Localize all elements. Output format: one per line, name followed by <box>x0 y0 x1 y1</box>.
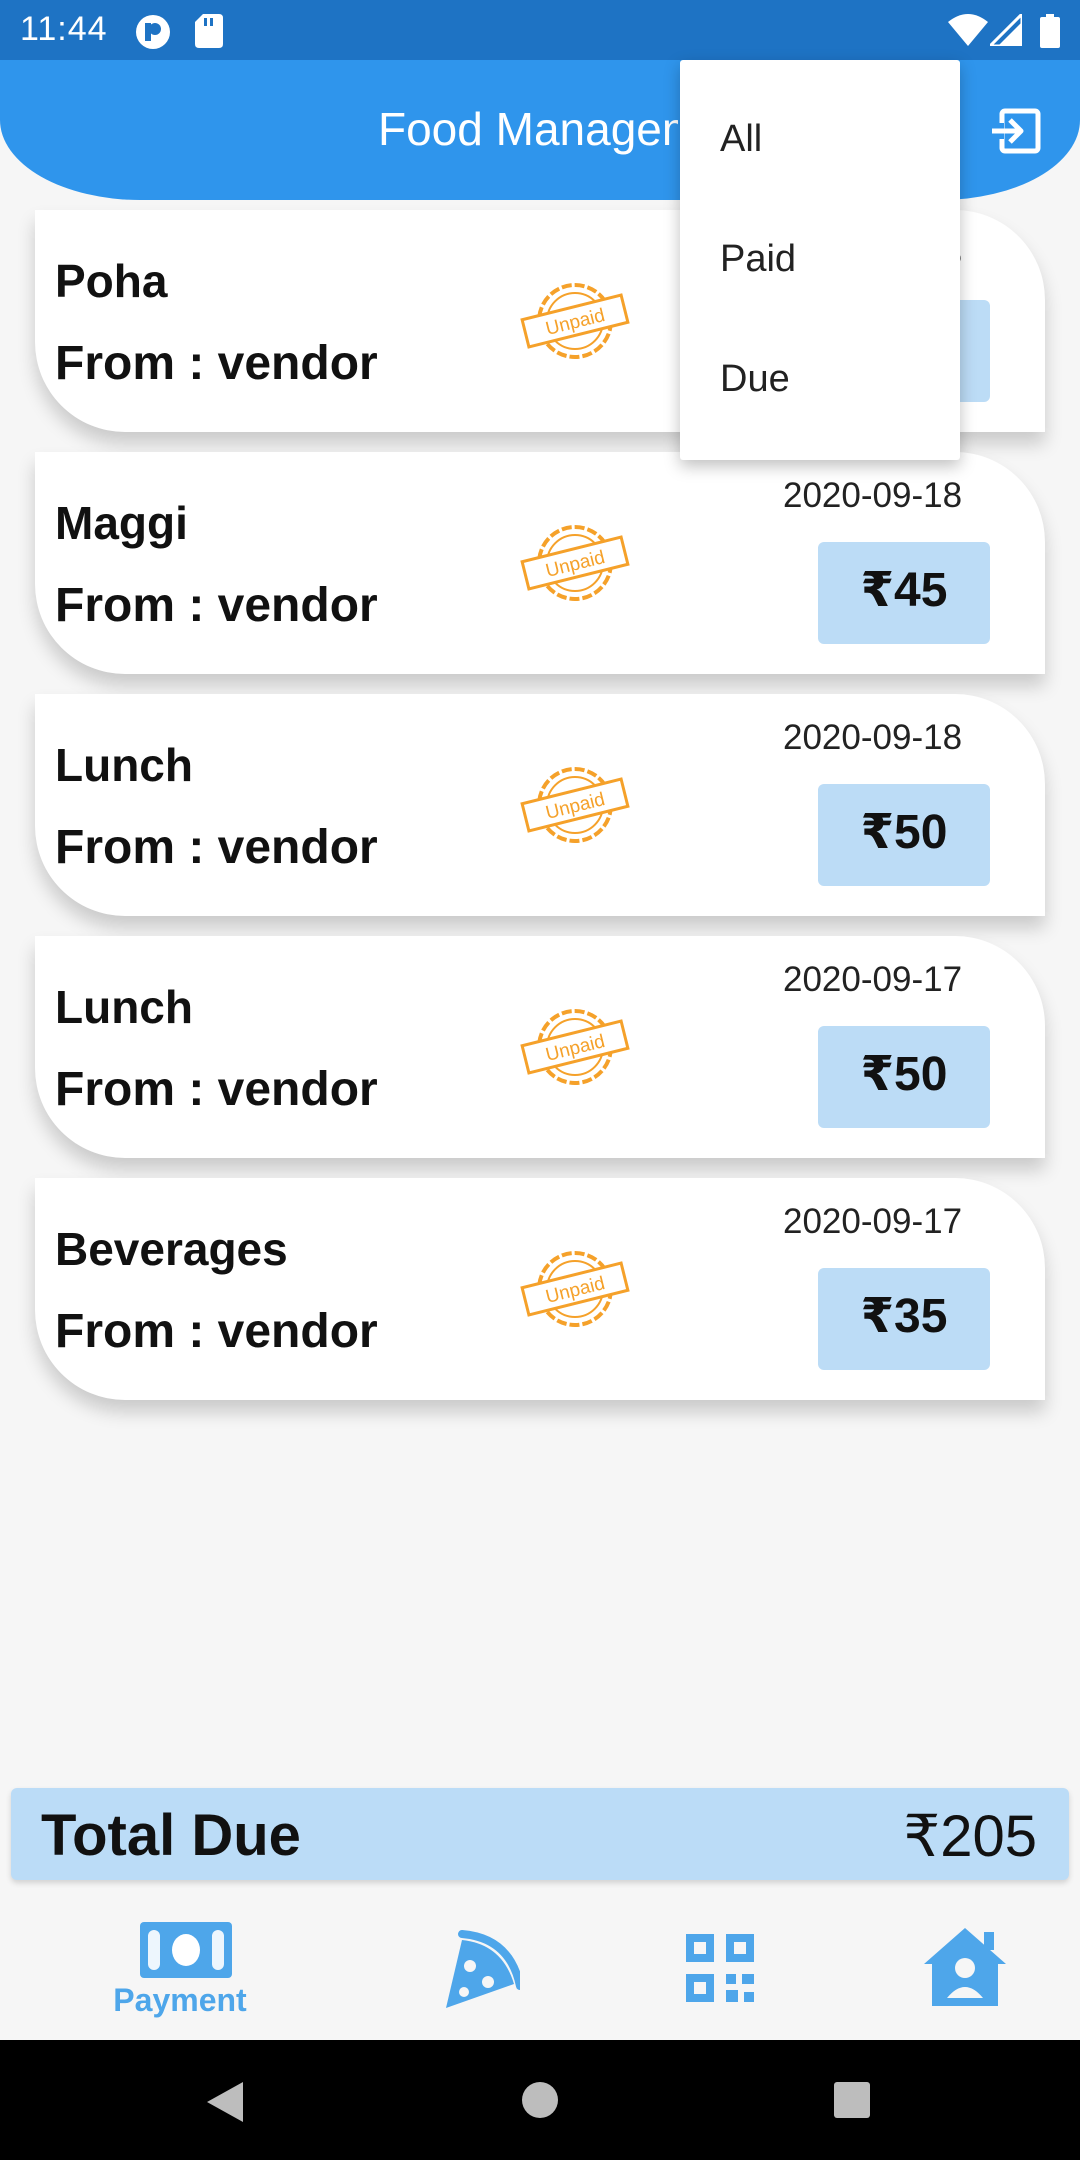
item-amount: ₹35 <box>860 1290 948 1343</box>
status-time: 11:44 <box>20 10 108 48</box>
amount-badge: ₹50 <box>818 1026 990 1128</box>
nav-payment[interactable]: Payment <box>90 1890 270 2040</box>
total-due-value: ₹205 <box>903 1804 1037 1869</box>
unpaid-stamp-icon: Unpaid <box>520 1009 630 1085</box>
item-title: Lunch <box>55 981 193 1033</box>
item-date: 2020-09-17 <box>783 1202 963 1241</box>
unpaid-stamp-icon: Unpaid <box>520 283 630 359</box>
battery-icon <box>1040 14 1060 48</box>
item-vendor: From : vendor <box>55 1305 378 1358</box>
sd-card-icon <box>195 14 223 48</box>
app-notification-icon <box>136 15 170 49</box>
home-icon <box>924 1928 1006 2006</box>
unpaid-stamp-icon: Unpaid <box>520 767 630 843</box>
total-due-label: Total Due <box>41 1803 301 1868</box>
filter-all[interactable]: All <box>720 118 762 161</box>
item-date: 2020-09-18 <box>783 718 963 757</box>
page-title: Food Management <box>378 103 678 155</box>
wifi-icon <box>948 14 988 46</box>
nav-home[interactable] <box>910 1890 1020 2040</box>
item-amount: ₹50 <box>860 806 948 859</box>
item-amount: ₹50 <box>860 1048 948 1101</box>
item-vendor: From : vendor <box>55 337 378 390</box>
list-item[interactable]: Lunch From : vendor Unpaid 2020-09-18 ₹5… <box>35 694 1045 916</box>
nav-qr[interactable] <box>670 1890 770 2040</box>
item-title: Poha <box>55 255 168 307</box>
signal-icon <box>990 14 1022 46</box>
amount-badge: ₹35 <box>818 1268 990 1370</box>
item-vendor: From : vendor <box>55 821 378 874</box>
home-button-icon[interactable] <box>522 2082 558 2118</box>
item-title: Lunch <box>55 739 193 791</box>
item-date: 2020-09-17 <box>783 960 963 999</box>
payment-icon <box>140 1922 232 1978</box>
filter-paid[interactable]: Paid <box>720 238 796 281</box>
qr-code-icon <box>686 1934 754 2002</box>
status-bar: 11:44 <box>0 0 1080 60</box>
system-nav-bar <box>0 2040 1080 2160</box>
item-title: Beverages <box>55 1223 288 1275</box>
filter-menu: All Paid Due <box>680 60 960 460</box>
item-date: 2020-09-18 <box>783 476 963 515</box>
amount-badge: ₹50 <box>818 784 990 886</box>
item-vendor: From : vendor <box>55 579 378 632</box>
pizza-icon <box>446 1930 520 2008</box>
unpaid-stamp-icon: Unpaid <box>520 1251 630 1327</box>
bottom-nav: Payment <box>0 1890 1080 2040</box>
unpaid-stamp-icon: Unpaid <box>520 525 630 601</box>
item-title: Maggi <box>55 497 188 549</box>
filter-due[interactable]: Due <box>720 358 790 401</box>
item-amount: ₹45 <box>860 564 948 617</box>
back-icon[interactable] <box>205 2080 245 2124</box>
logout-icon[interactable] <box>990 105 1042 157</box>
item-vendor: From : vendor <box>55 1063 378 1116</box>
total-due-bar: Total Due ₹205 <box>11 1788 1069 1880</box>
list-item[interactable]: Maggi From : vendor Unpaid 2020-09-18 ₹4… <box>35 452 1045 674</box>
nav-food[interactable] <box>420 1890 540 2040</box>
recents-icon[interactable] <box>834 2082 870 2118</box>
nav-payment-label: Payment <box>113 1982 247 2018</box>
list-item[interactable]: Lunch From : vendor Unpaid 2020-09-17 ₹5… <box>35 936 1045 1158</box>
list-item[interactable]: Beverages From : vendor Unpaid 2020-09-1… <box>35 1178 1045 1400</box>
amount-badge: ₹45 <box>818 542 990 644</box>
